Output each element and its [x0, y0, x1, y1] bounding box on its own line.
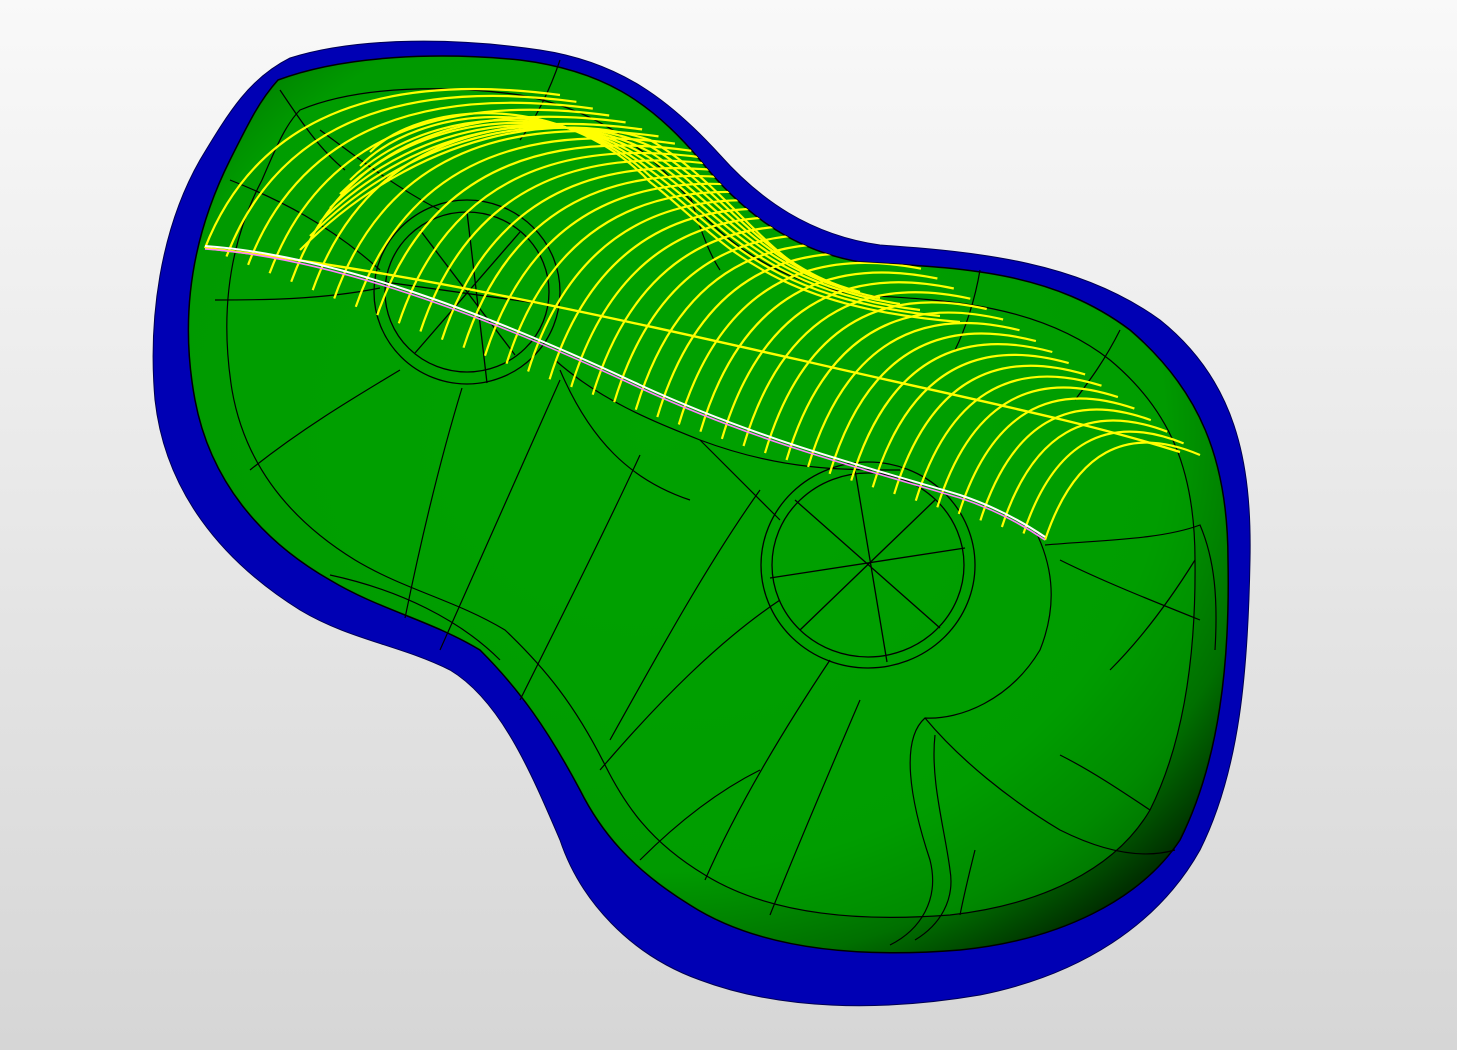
model-view[interactable] — [0, 0, 1457, 1050]
cad-viewport[interactable] — [0, 0, 1457, 1050]
